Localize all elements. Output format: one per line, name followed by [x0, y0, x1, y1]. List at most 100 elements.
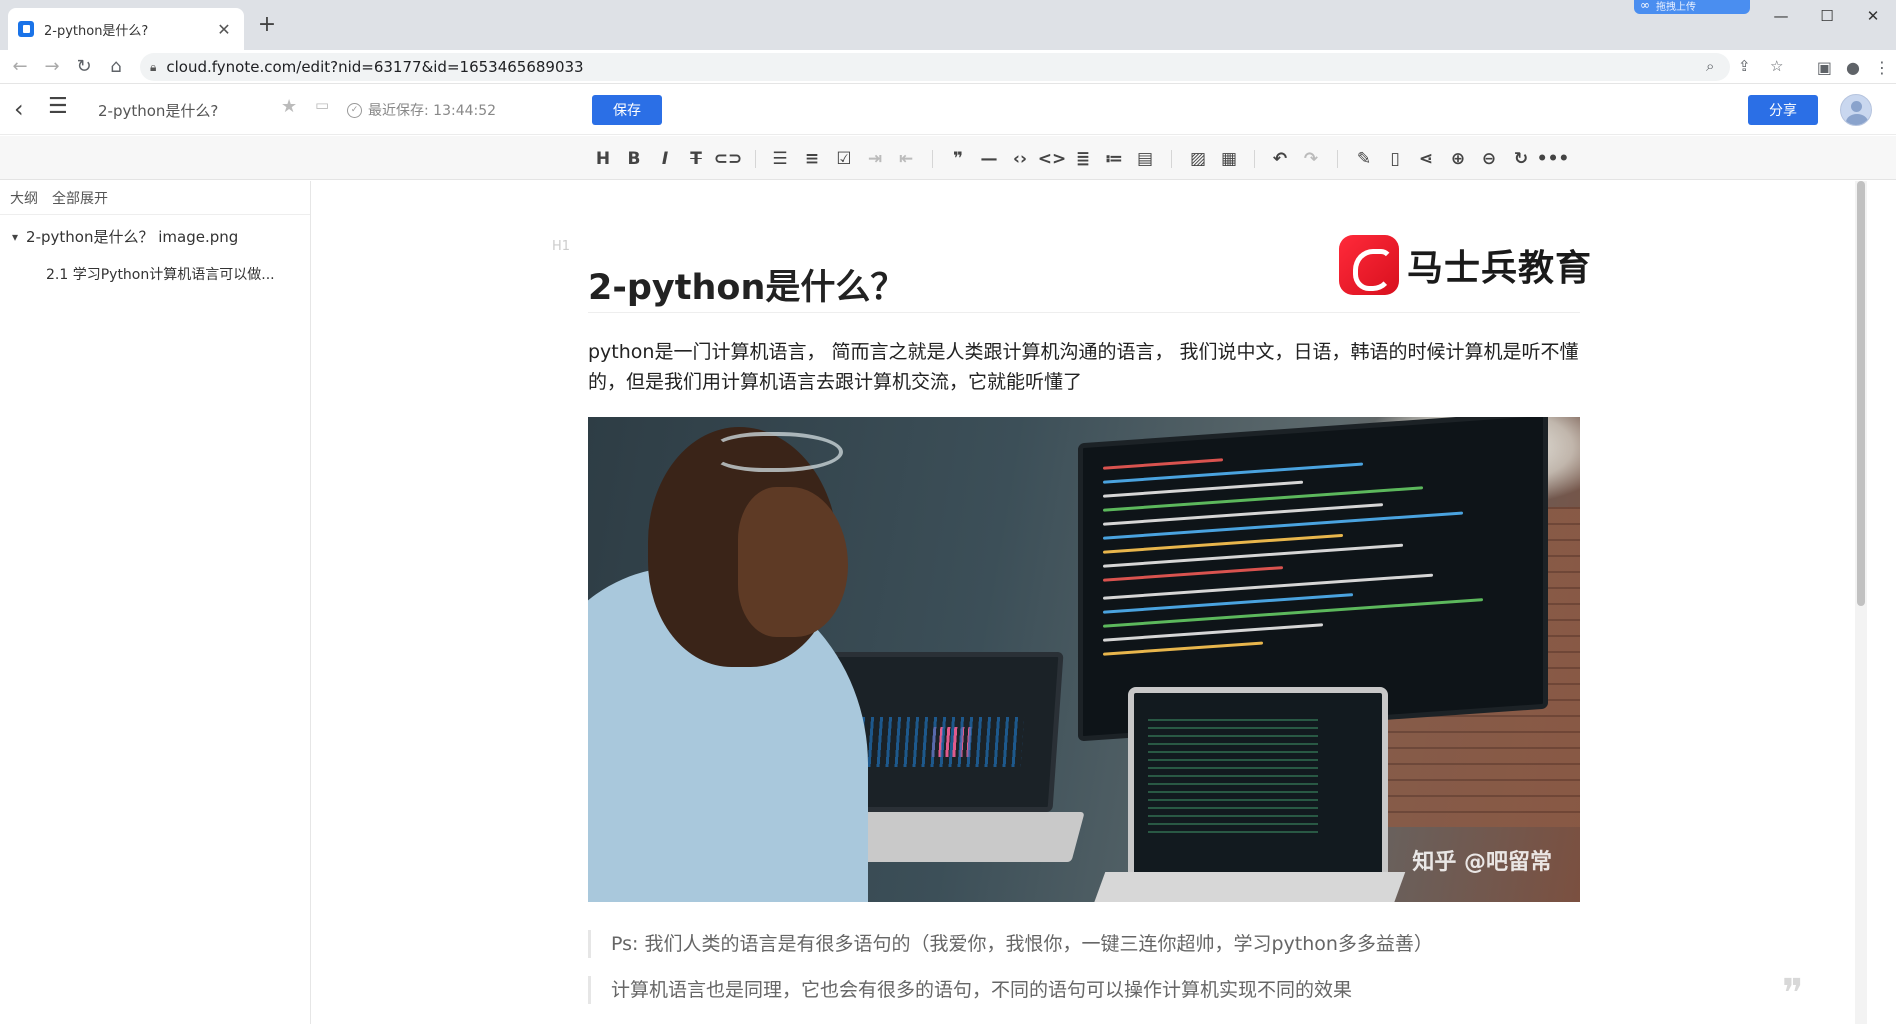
favorite-star-icon[interactable]: ★ [281, 96, 297, 117]
share-button[interactable]: 分享 [1748, 95, 1818, 125]
tab-title: 2-python是什么? [44, 23, 149, 39]
image-icon[interactable]: ▨ [1186, 148, 1210, 170]
bullet-list-icon[interactable]: ☰ [768, 148, 792, 170]
share-page-icon[interactable]: ⇪ [1738, 57, 1751, 75]
tab-outline[interactable]: 大纲 [10, 188, 38, 208]
code-line [1103, 598, 1483, 628]
side-panel-icon[interactable]: ▣ [1817, 58, 1832, 77]
format-icon[interactable]: ≔ [1102, 148, 1126, 170]
reload-icon[interactable]: ↻ [68, 56, 100, 77]
fynote-favicon-icon [18, 21, 34, 37]
expand-all-button[interactable]: 全部展开 [52, 188, 108, 208]
horizontal-rule-icon[interactable]: — [977, 148, 1001, 170]
url-field[interactable]: 🔒︎ cloud.fynote.com/edit?nid=63177&id=16… [140, 53, 1783, 81]
ordered-list-icon[interactable]: ≡ [800, 148, 824, 170]
editor-toolbar: H B I T ⊂⊃ ☰ ≡ ☑ ⇥ ⇤ ❞ — ‹› <> ≣ ≔ ▤ ▨ ▦… [0, 136, 1896, 180]
link-icon[interactable]: ⊂⊃ [714, 148, 743, 170]
indent-icon[interactable]: ⇥ [863, 148, 887, 170]
zoom-in-icon[interactable]: ⊕ [1446, 148, 1470, 170]
back-icon[interactable]: ‹ [14, 95, 24, 123]
bold-icon[interactable]: B [622, 148, 646, 170]
paste-icon[interactable]: ▤ [1133, 148, 1157, 170]
more-icon[interactable]: ••• [1537, 148, 1570, 170]
logo-text: 马士兵教育 [1407, 248, 1593, 289]
user-avatar[interactable] [1840, 94, 1872, 126]
editor-scrollbar[interactable] [1855, 181, 1867, 1024]
code-line [1103, 480, 1303, 498]
strikethrough-icon[interactable]: T [684, 148, 708, 170]
new-tab-icon[interactable]: + [254, 12, 280, 37]
undo-icon[interactable]: ↶ [1268, 148, 1292, 170]
toolbar-divider [1171, 150, 1172, 168]
browser-tabstrip: 2-python是什么? ✕ + ∞ 拖拽上传 — ☐ ✕ [0, 0, 1896, 50]
photo-glasses [713, 432, 843, 472]
redo-icon[interactable]: ↷ [1299, 148, 1323, 170]
zoom-out-icon[interactable]: ⊖ [1477, 148, 1501, 170]
home-icon[interactable]: ⌂ [100, 56, 132, 77]
outline-item-subheading[interactable]: 2.1 学习Python计算机语言可以做... [46, 264, 296, 284]
lock-icon: 🔒︎ [150, 59, 157, 74]
outline-item-label: 2-python是什么？ image.png [26, 228, 239, 246]
blockquote-line[interactable]: Ps: 我们人类的语言是有很多语句的（我爱你，我恨你，一键三连你超帅，学习pyt… [588, 930, 1578, 958]
pen-icon[interactable]: ✎ [1352, 148, 1376, 170]
table-icon[interactable]: ▦ [1217, 148, 1241, 170]
cloud-upload-icon: ∞ [1640, 0, 1650, 12]
close-window-icon[interactable]: ✕ [1850, 0, 1896, 32]
align-icon[interactable]: ≣ [1071, 148, 1095, 170]
page-title[interactable]: 2-python是什么？ [588, 259, 905, 310]
code-line [1103, 511, 1463, 540]
outdent-icon[interactable]: ⇤ [894, 148, 918, 170]
browser-tab[interactable]: 2-python是什么? ✕ [8, 8, 244, 50]
heading-icon[interactable]: H [591, 148, 615, 170]
forward-arrow-icon[interactable]: → [36, 56, 68, 77]
zoom-icon[interactable]: ⌕ [1706, 57, 1714, 75]
sidebar-header: 大纲 全部展开 [0, 181, 310, 215]
export-icon[interactable]: ▯ [1383, 148, 1407, 170]
maximize-icon[interactable]: ☐ [1804, 0, 1850, 32]
document-title[interactable]: 2-python是什么? [98, 100, 218, 121]
code-line [1103, 458, 1223, 470]
brand-logo: 马士兵教育 [1339, 235, 1592, 295]
back-arrow-icon[interactable]: ← [4, 56, 36, 77]
italic-icon[interactable]: I [653, 148, 677, 170]
browser-actions: ▣ ● ⋮ [1817, 50, 1890, 84]
upload-badge[interactable]: ∞ 拖拽上传 [1634, 0, 1750, 14]
window-controls: — ☐ ✕ [1758, 0, 1896, 32]
code-line [1103, 566, 1283, 582]
code-line [1103, 641, 1263, 656]
toolbar-divider [932, 150, 933, 168]
last-saved-text: 最近保存: 13:44:52 [368, 103, 497, 119]
checklist-icon[interactable]: ☑ [832, 148, 856, 170]
photo-chart-bars [931, 727, 974, 757]
logo-mark-icon [1339, 235, 1399, 295]
refresh-icon[interactable]: ↻ [1509, 148, 1533, 170]
check-icon: ✓ [347, 102, 362, 118]
close-tab-icon[interactable]: ✕ [214, 20, 234, 39]
address-bar-row: ← → ↻ ⌂ 🔒︎ cloud.fynote.com/edit?nid=631… [0, 50, 1896, 84]
folder-icon[interactable]: ▭ [315, 96, 329, 114]
intro-paragraph[interactable]: python是一门计算机语言， 简而言之就是人类跟计算机沟通的语言， 我们说中文… [588, 337, 1584, 397]
quote-icon[interactable]: ❞ [946, 148, 970, 170]
code-line [1103, 623, 1323, 642]
mindmap-icon[interactable]: ⋖ [1414, 148, 1438, 170]
menu-icon[interactable]: ☰ [48, 94, 68, 119]
inline-code-icon[interactable]: ‹› [1008, 148, 1032, 170]
scrollbar-thumb[interactable] [1857, 181, 1865, 606]
heading-divider [588, 312, 1580, 313]
upload-badge-label: 拖拽上传 [1656, 1, 1696, 13]
editor-canvas[interactable]: H1 2-python是什么？ 马士兵教育 python是一门计算机语言， 简而… [312, 181, 1856, 1024]
profile-icon[interactable]: ● [1846, 58, 1860, 77]
toolbar-divider [1254, 150, 1255, 168]
blockquote-line[interactable]: 计算机语言也是同理，它也会有很多的语句，不同的语句可以操作计算机实现不同的效果 [588, 976, 1578, 1004]
browser-menu-icon[interactable]: ⋮ [1874, 58, 1890, 77]
url-text: cloud.fynote.com/edit?nid=63177&id=16534… [166, 58, 584, 76]
code-block-icon[interactable]: <> [1038, 148, 1067, 170]
toolbar-divider [1337, 150, 1338, 168]
quote-close-icon: ❞ [1782, 971, 1804, 1017]
bookmark-star-icon[interactable]: ☆ [1770, 57, 1783, 75]
minimize-icon[interactable]: — [1758, 0, 1804, 32]
programmer-photo[interactable]: 知乎 @吧留常 [588, 417, 1580, 902]
outline-item-heading[interactable]: ▾ 2-python是什么？ image.png [12, 226, 238, 247]
chevron-down-icon[interactable]: ▾ [12, 230, 18, 244]
save-button[interactable]: 保存 [592, 95, 662, 125]
